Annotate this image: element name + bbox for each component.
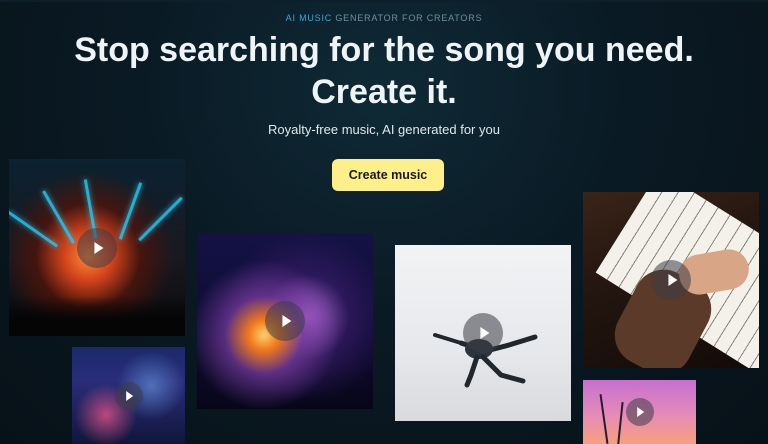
play-icon[interactable]: [114, 381, 143, 410]
piano-video-tile[interactable]: [583, 192, 759, 368]
headline-line-2: Create it.: [311, 73, 457, 111]
palm-trunk: [616, 402, 624, 444]
crowd-silhouette: [9, 296, 185, 336]
dancer-video-tile[interactable]: [395, 245, 571, 421]
play-icon[interactable]: [463, 313, 503, 353]
hero-headline: Stop searching for the song you need. Cr…: [0, 29, 768, 113]
play-icon[interactable]: [625, 398, 654, 426]
headline-line-1: Stop searching for the song you need.: [74, 31, 694, 69]
eyebrow-tagline: AI MUSIC GENERATOR FOR CREATORS: [0, 13, 768, 23]
palm-trees-video-tile[interactable]: [583, 380, 696, 444]
light-beam: [138, 196, 183, 242]
hero-subtitle: Royalty-free music, AI generated for you: [268, 122, 500, 137]
light-beam: [9, 210, 58, 248]
concert-video-tile[interactable]: [9, 159, 185, 336]
palm-trunk: [599, 394, 609, 444]
top-border: [0, 0, 768, 2]
light-beam: [118, 182, 143, 240]
eyebrow-accent: AI MUSIC: [285, 13, 333, 23]
disco-ball-video-tile[interactable]: [197, 233, 373, 409]
eyebrow-rest: GENERATOR FOR CREATORS: [332, 13, 483, 23]
play-icon[interactable]: [77, 227, 117, 268]
create-music-button[interactable]: Create music: [332, 159, 444, 191]
play-icon[interactable]: [265, 301, 305, 341]
city-night-video-tile[interactable]: [72, 347, 185, 444]
light-beam: [42, 190, 75, 244]
play-icon[interactable]: [651, 260, 691, 300]
